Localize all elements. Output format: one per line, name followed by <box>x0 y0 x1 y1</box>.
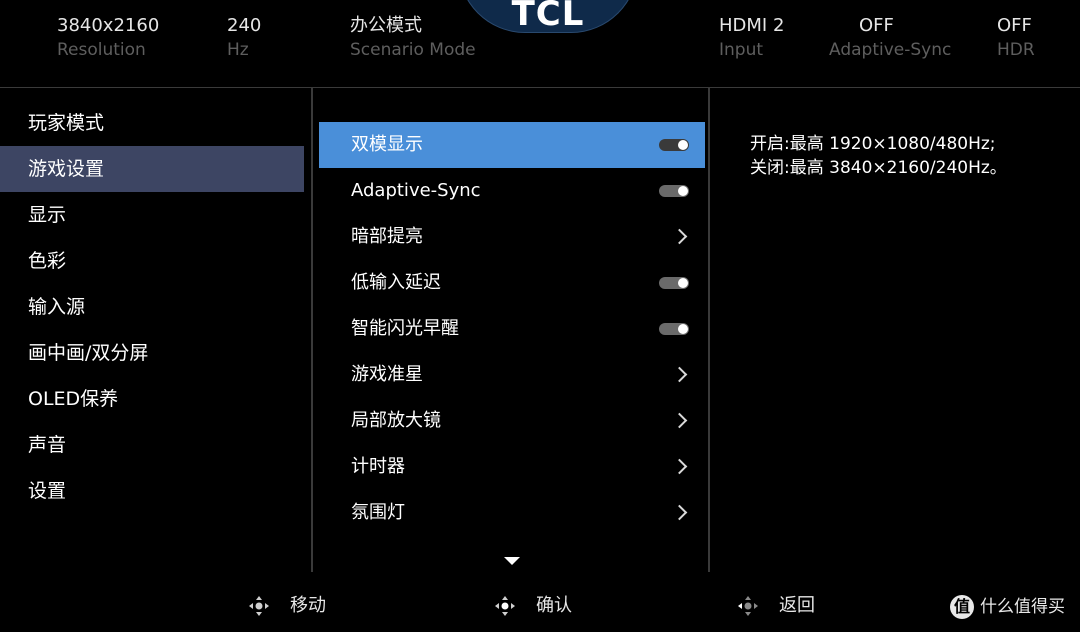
watermark-text: 什么值得买 <box>980 597 1065 617</box>
watermark: 值 什么值得买 <box>950 595 1075 623</box>
option-dual-mode-label: 双模显示 <box>351 134 423 155</box>
info-scenario-mode-label: Scenario Mode <box>350 40 476 60</box>
option-adaptive-sync-label: Adaptive-Sync <box>351 180 481 201</box>
category-input-source[interactable]: 输入源 <box>0 284 304 330</box>
info-scenario-mode: 办公模式 Scenario Mode <box>350 14 476 62</box>
option-magnifier[interactable]: 局部放大镜 <box>319 398 705 444</box>
info-adaptive-sync-label: Adaptive-Sync <box>829 40 952 60</box>
info-input-label: Input <box>719 40 764 60</box>
option-timer-label: 计时器 <box>351 456 405 477</box>
header-divider <box>0 87 1080 88</box>
option-timer[interactable]: 计时器 <box>319 444 705 490</box>
info-refresh-rate-value: 240 <box>227 15 262 36</box>
toggle-switch-icon[interactable] <box>659 139 689 151</box>
option-low-input-lag-label: 低输入延迟 <box>351 272 441 293</box>
brand-logo-text: TCL <box>511 0 585 34</box>
toggle-switch-icon[interactable] <box>659 323 689 335</box>
chevron-right-icon <box>671 504 688 521</box>
toggle-switch-icon[interactable] <box>659 277 689 289</box>
option-low-input-lag[interactable]: 低输入延迟 <box>319 260 705 306</box>
option-smart-flash-wake-label: 智能闪光早醒 <box>351 318 459 339</box>
category-settings[interactable]: 设置 <box>0 468 304 514</box>
column-divider-right <box>708 88 710 572</box>
info-adaptive-sync-value: OFF <box>859 15 894 36</box>
info-input-value: HDMI 2 <box>719 15 785 36</box>
option-dual-mode[interactable]: 双模显示 <box>319 122 705 168</box>
description-line-on: 开启:最高 1920×1080/480Hz; <box>750 134 996 154</box>
category-oled-care[interactable]: OLED保养 <box>0 376 304 422</box>
option-smart-flash-wake[interactable]: 智能闪光早醒 <box>319 306 705 352</box>
category-display[interactable]: 显示 <box>0 192 304 238</box>
triangle-down-icon[interactable] <box>504 557 520 565</box>
column-divider-left <box>311 88 313 572</box>
chevron-right-icon <box>671 366 688 383</box>
option-shadow-boost[interactable]: 暗部提亮 <box>319 214 705 260</box>
toggle-switch-icon[interactable] <box>659 185 689 197</box>
toggle-knob <box>678 324 688 334</box>
category-audio[interactable]: 声音 <box>0 422 304 468</box>
option-magnifier-label: 局部放大镜 <box>351 410 441 431</box>
category-game-settings[interactable]: 游戏设置 <box>0 146 304 192</box>
hint-confirm: 确认 <box>494 591 614 621</box>
dpad-icon <box>495 596 515 616</box>
watermark-logo: 值 <box>950 595 974 619</box>
option-ambient-light-label: 氛围灯 <box>351 502 405 523</box>
hint-back: 返回 <box>737 591 857 621</box>
category-color[interactable]: 色彩 <box>0 238 304 284</box>
category-player-mode[interactable]: 玩家模式 <box>0 100 304 146</box>
chevron-right-icon <box>671 412 688 429</box>
info-refresh-rate: 240 Hz <box>227 14 261 62</box>
info-scenario-mode-value: 办公模式 <box>350 15 422 36</box>
info-hdr: OFF HDR <box>997 14 1035 62</box>
chevron-right-icon <box>671 458 688 475</box>
toggle-knob <box>678 278 688 288</box>
option-adaptive-sync[interactable]: Adaptive-Sync <box>319 168 705 214</box>
option-ambient-light[interactable]: 氛围灯 <box>319 490 705 536</box>
info-refresh-rate-label: Hz <box>227 40 249 60</box>
status-info-bar: 3840x2160 Resolution 240 Hz 办公模式 Scenari… <box>0 0 1080 80</box>
info-resolution: 3840x2160 Resolution <box>57 14 159 62</box>
description-line-off: 关闭:最高 3840×2160/240Hz。 <box>750 158 1007 178</box>
option-crosshair[interactable]: 游戏准星 <box>319 352 705 398</box>
option-description: 开启:最高 1920×1080/480Hz; 关闭:最高 3840×2160/2… <box>750 132 1070 180</box>
dpad-icon <box>249 596 269 616</box>
category-menu: 玩家模式 游戏设置 显示 色彩 输入源 画中画/双分屏 OLED保养 声音 设置 <box>0 100 304 514</box>
hint-move: 移动 <box>248 591 368 621</box>
category-pip-split[interactable]: 画中画/双分屏 <box>0 330 304 376</box>
hint-confirm-label: 确认 <box>536 595 572 616</box>
option-crosshair-label: 游戏准星 <box>351 364 423 385</box>
info-resolution-label: Resolution <box>57 40 146 60</box>
option-shadow-boost-label: 暗部提亮 <box>351 226 423 247</box>
hint-move-label: 移动 <box>290 595 326 616</box>
toggle-knob <box>678 186 688 196</box>
options-menu: 双模显示 Adaptive-Sync 暗部提亮 低输入延迟 智能闪光早醒 游戏准… <box>319 122 705 536</box>
info-adaptive-sync: OFF Adaptive-Sync <box>829 14 951 62</box>
brand-logo: TCL <box>458 0 638 33</box>
info-hdr-label: HDR <box>997 40 1035 60</box>
hint-back-label: 返回 <box>779 595 815 616</box>
info-input: HDMI 2 Input <box>719 14 784 62</box>
info-resolution-value: 3840x2160 <box>57 15 160 36</box>
info-hdr-value: OFF <box>997 15 1032 36</box>
chevron-right-icon <box>671 228 688 245</box>
toggle-knob <box>678 140 688 150</box>
dpad-icon <box>738 596 758 616</box>
